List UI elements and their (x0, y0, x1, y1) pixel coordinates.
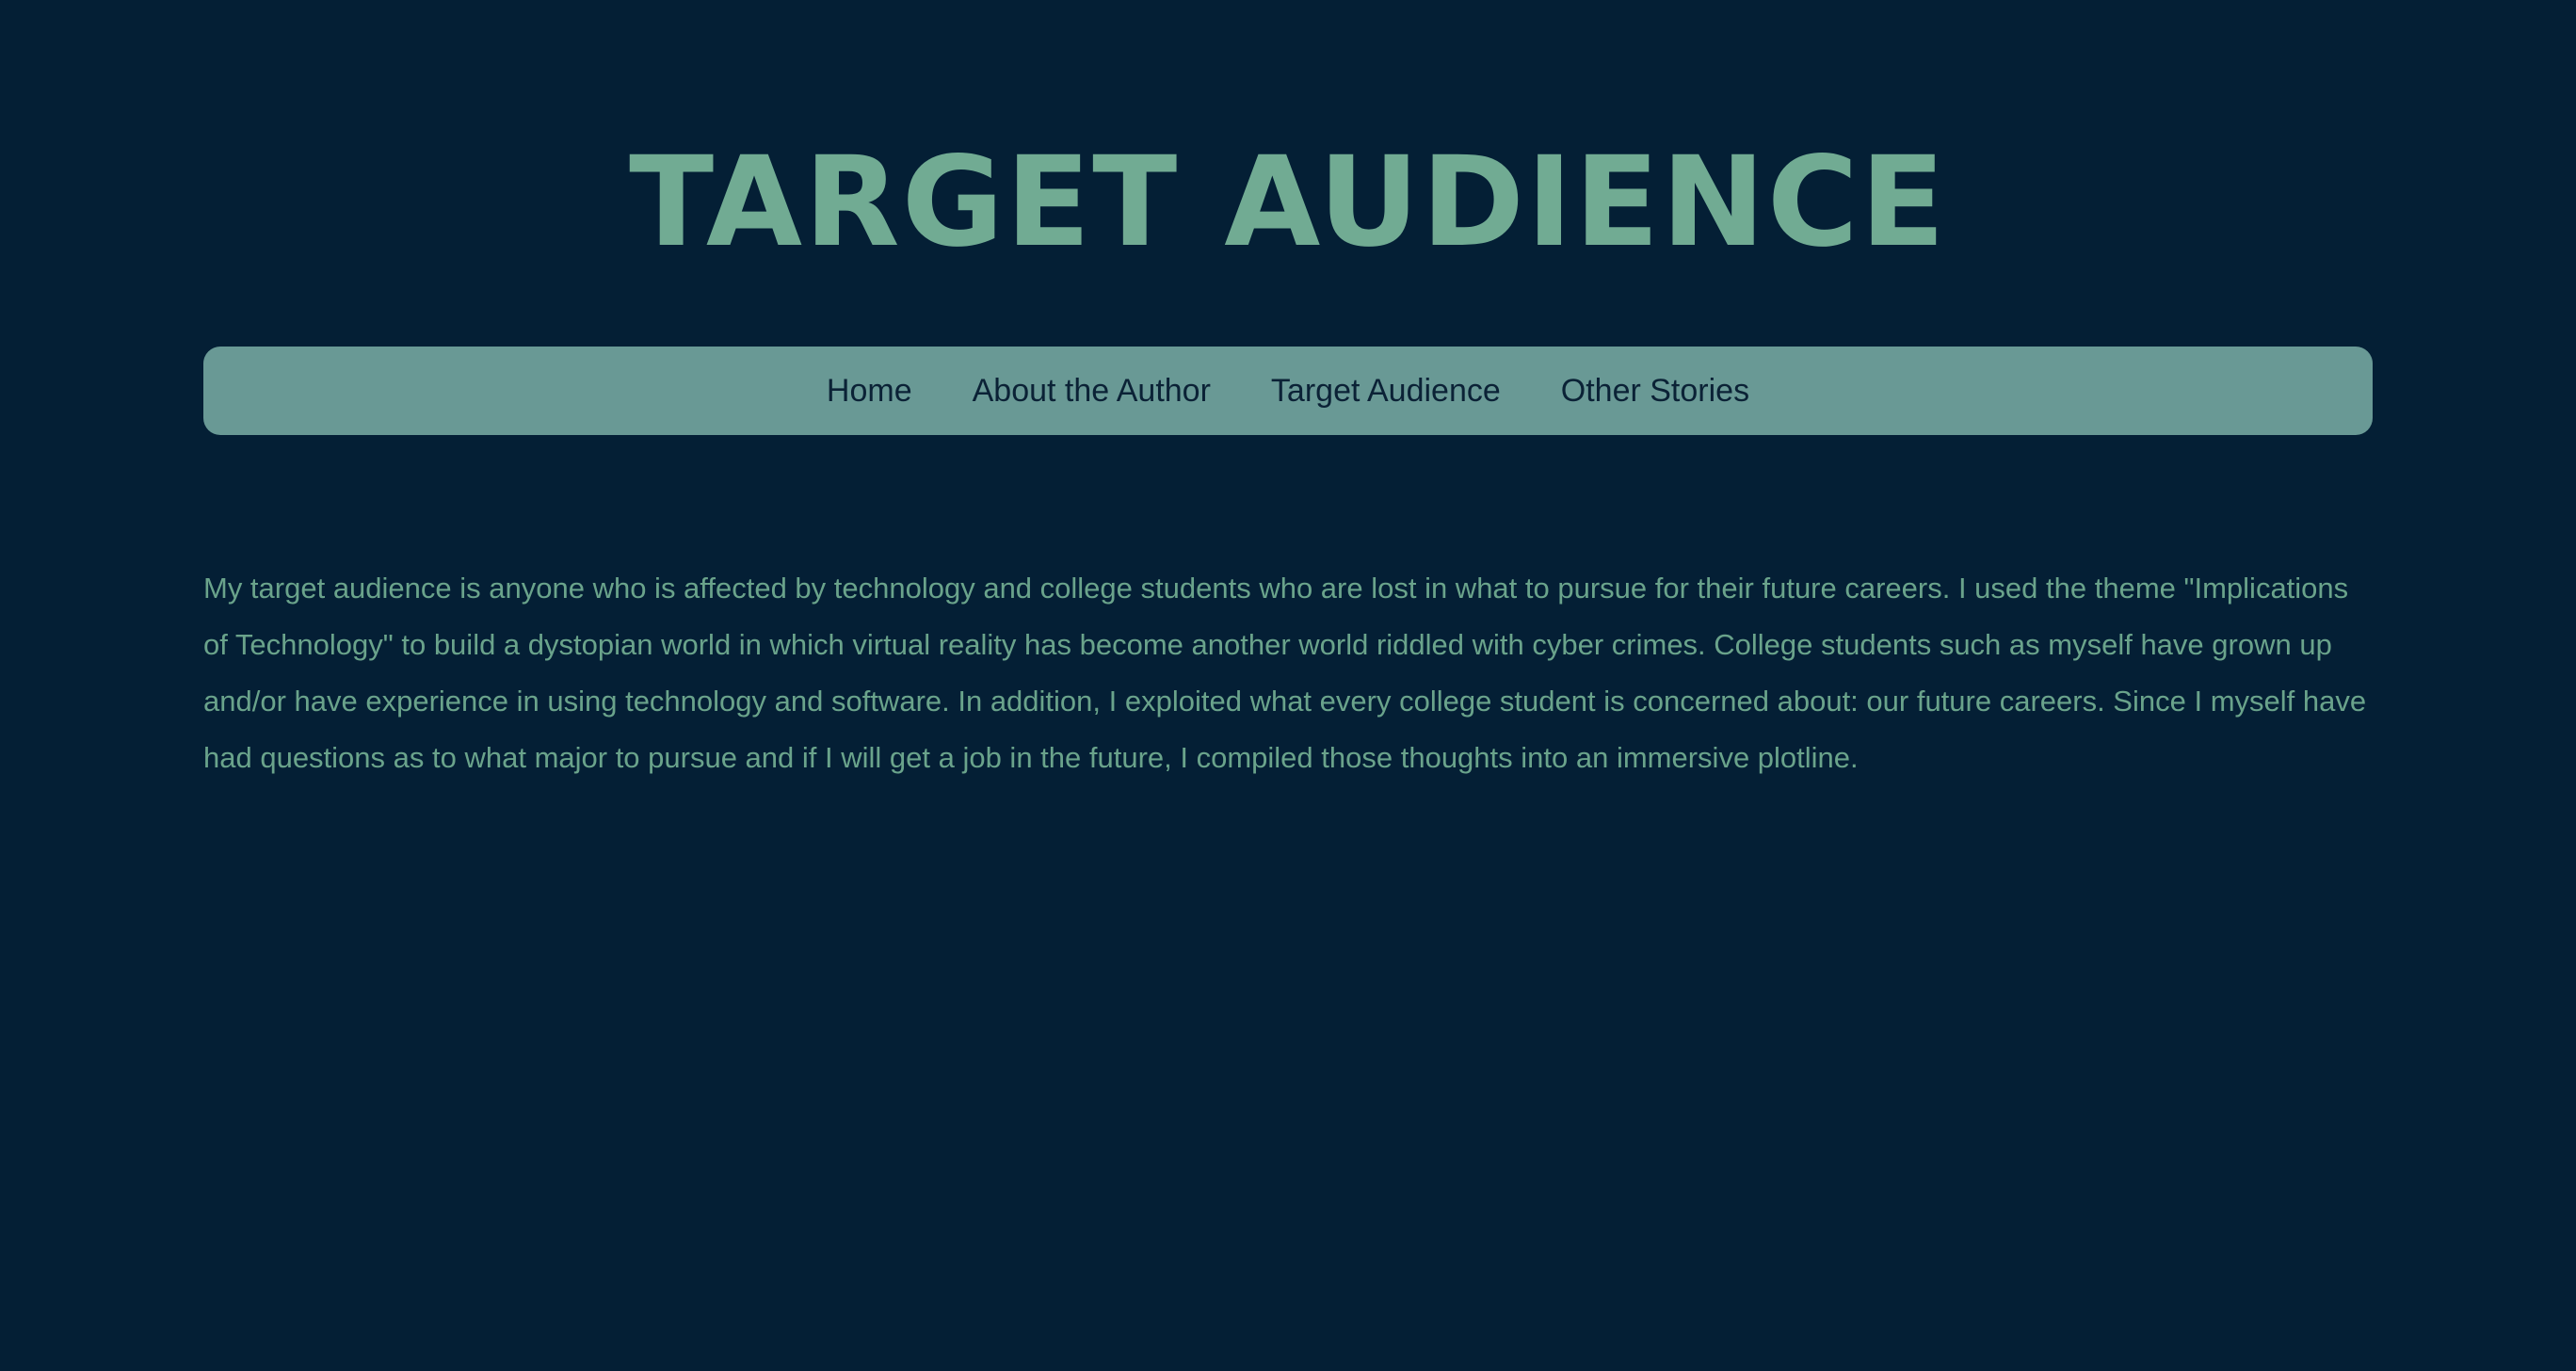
nav-link-home[interactable]: Home (827, 373, 912, 410)
page-title: TARGET AUDIENCE (629, 130, 1947, 275)
target-audience-paragraph: My target audience is anyone who is affe… (203, 572, 2367, 774)
nav-link-other-stories[interactable]: Other Stories (1561, 373, 1749, 410)
nav-link-about-the-author[interactable]: About the Author (973, 373, 1211, 410)
page: TARGET AUDIENCE Home About the Author Ta… (0, 0, 2576, 1371)
nav-link-target-audience[interactable]: Target Audience (1271, 373, 1501, 410)
nav-bar: Home About the Author Target Audience Ot… (203, 347, 2373, 435)
